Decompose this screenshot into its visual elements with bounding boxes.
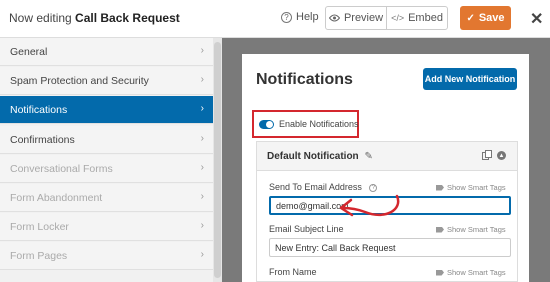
save-button[interactable]: ✓ Save [460, 6, 511, 30]
form-name: Call Back Request [75, 11, 180, 25]
sidebar-item-label: Form Pages [10, 249, 68, 262]
preview-button[interactable]: Preview [326, 7, 386, 29]
chevron-right-icon: › [200, 249, 204, 260]
chevron-right-icon: › [200, 45, 204, 56]
subject-line-label: Email Subject Line [269, 224, 344, 234]
help-button[interactable]: ? Help [281, 11, 319, 23]
add-new-notification-button[interactable]: Add New Notification [423, 68, 517, 90]
main-area: Notifications Add New Notification Enabl… [222, 38, 550, 282]
notification-header: Default Notification ✎ ▲ [257, 142, 517, 171]
code-icon: </> [391, 13, 405, 23]
sidebar-item-notifications[interactable]: Notifications › [0, 96, 213, 124]
chevron-right-icon: › [200, 103, 204, 114]
sidebar-item-label: Form Abandonment [10, 191, 103, 204]
enable-notifications-label: Enable Notifications [279, 119, 359, 129]
email-subject-value: New Entry: Call Back Request [275, 242, 396, 253]
sidebar-item-spam-protection[interactable]: Spam Protection and Security › [0, 67, 213, 95]
notification-title-text: Default Notification [267, 151, 359, 162]
section-heading: Notifications [256, 71, 353, 88]
notifications-panel: Notifications Add New Notification Enabl… [242, 54, 529, 282]
chevron-right-icon: › [200, 133, 204, 144]
notification-title: Default Notification ✎ [267, 151, 373, 162]
embed-label: Embed [408, 12, 443, 24]
show-smart-tags-link[interactable]: Show Smart Tags [436, 268, 506, 277]
enable-notifications-highlight: Enable Notifications [252, 110, 359, 138]
show-smart-tags-link[interactable]: Show Smart Tags [436, 183, 506, 192]
question-icon: ? [281, 11, 292, 23]
sidebar-item-form-locker[interactable]: Form Locker › [0, 213, 213, 241]
pencil-icon[interactable]: ✎ [364, 151, 372, 162]
close-icon[interactable]: ✕ [530, 9, 543, 29]
enable-notifications-toggle[interactable] [259, 120, 274, 129]
sidebar-item-label: Confirmations [10, 133, 75, 146]
sidebar-item-form-pages[interactable]: Form Pages › [0, 242, 213, 270]
sidebar-item-label: Spam Protection and Security [10, 74, 149, 87]
from-name-label-text: From Name [269, 267, 317, 277]
chevron-right-icon: › [200, 74, 204, 85]
smart-tags-label: Show Smart Tags [447, 225, 506, 234]
chevron-up-icon[interactable]: ▲ [497, 151, 506, 160]
tag-icon [436, 226, 444, 233]
sidebar-item-label: Conversational Forms [10, 162, 113, 175]
chevron-right-icon: › [200, 162, 204, 173]
annotation-arrow-icon [339, 194, 400, 217]
tag-icon [436, 269, 444, 276]
chevron-right-icon: › [200, 220, 204, 231]
chevron-right-icon: › [200, 191, 204, 202]
settings-sidebar: General › Spam Protection and Security ›… [0, 38, 222, 282]
subject-line-label-text: Email Subject Line [269, 224, 344, 234]
from-name-label: From Name [269, 267, 317, 277]
preview-embed-group: Preview </> Embed [325, 6, 448, 30]
scrollbar-thumb[interactable] [214, 42, 221, 278]
smart-tags-label: Show Smart Tags [447, 183, 506, 192]
sidebar-scrollbar[interactable] [213, 38, 222, 282]
sidebar-item-label: General [10, 45, 48, 58]
smart-tags-label: Show Smart Tags [447, 268, 506, 277]
help-label: Help [296, 11, 319, 23]
top-bar: Now editing Call Back Request ? Help Pre… [0, 0, 550, 38]
sidebar-item-label: Form Locker [10, 220, 69, 233]
toggle-knob [266, 121, 273, 128]
preview-label: Preview [343, 12, 384, 24]
sidebar-item-label: Notifications [10, 103, 68, 116]
copy-icon[interactable] [482, 150, 492, 160]
page-title: Now editing Call Back Request [9, 11, 180, 25]
email-subject-input[interactable]: New Entry: Call Back Request [269, 238, 511, 257]
sidebar-item-general[interactable]: General › [0, 38, 213, 66]
eye-icon [328, 14, 340, 22]
check-icon: ✓ [466, 12, 475, 24]
save-label: Save [478, 12, 505, 24]
tag-icon [436, 184, 444, 191]
sidebar-item-conversational-forms[interactable]: Conversational Forms › [0, 155, 213, 183]
sidebar-item-form-abandonment[interactable]: Form Abandonment › [0, 184, 213, 212]
sidebar-item-confirmations[interactable]: Confirmations › [0, 126, 213, 154]
embed-button[interactable]: </> Embed [386, 7, 447, 29]
title-prefix: Now editing [9, 11, 72, 25]
show-smart-tags-link[interactable]: Show Smart Tags [436, 225, 506, 234]
